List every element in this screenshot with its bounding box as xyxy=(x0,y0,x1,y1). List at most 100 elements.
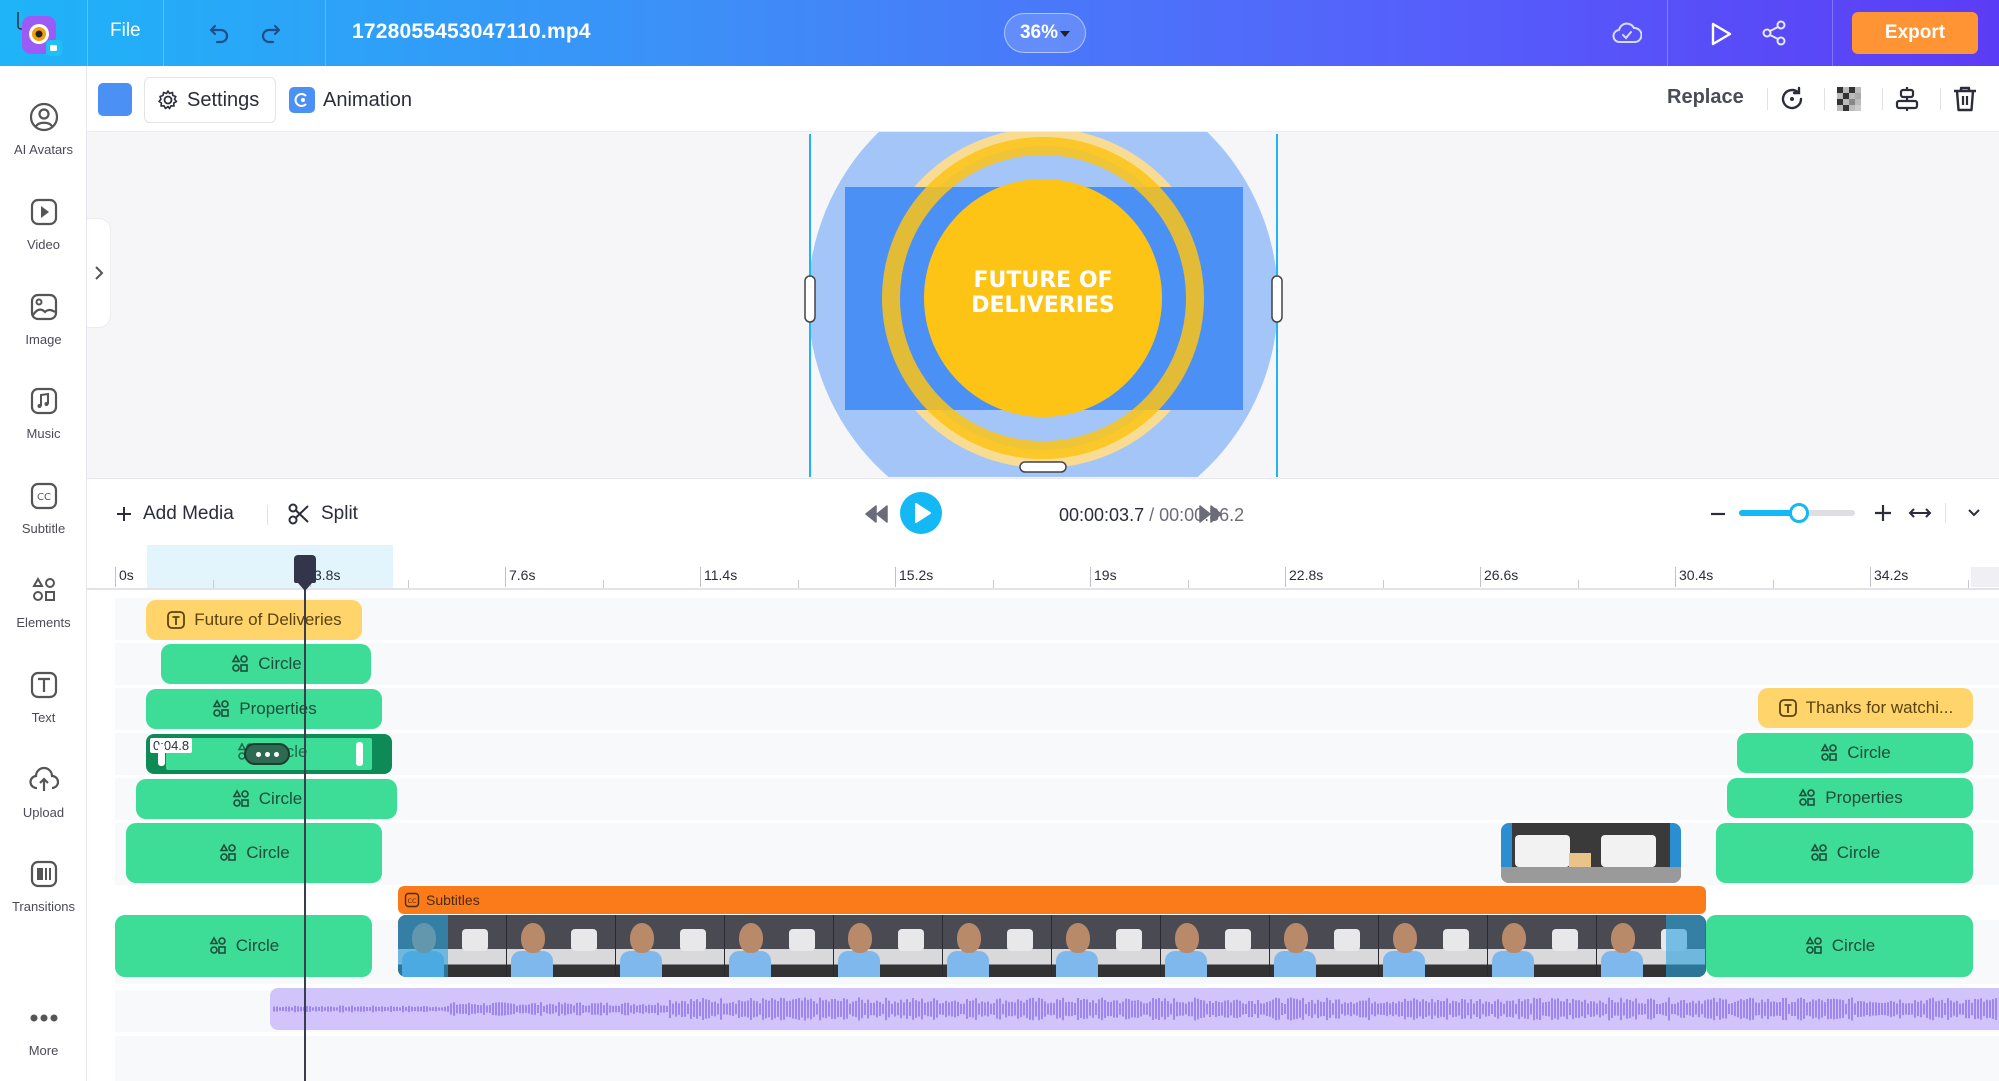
chevron-right-icon xyxy=(94,266,103,280)
video-frame-thumbnail xyxy=(616,915,725,977)
text-clip-title[interactable]: Future of Deliveries xyxy=(146,600,362,640)
ruler-minor-tick xyxy=(992,580,994,588)
sidebar-item-text[interactable]: Text xyxy=(0,668,87,748)
ruler-tick-label: 19s xyxy=(1090,567,1117,587)
sidebar-item-image[interactable]: Image xyxy=(0,290,87,370)
cloud-saved-icon[interactable] xyxy=(1612,20,1643,46)
element-clip-circle[interactable]: Circle xyxy=(1716,823,1973,883)
sidebar-item-upload[interactable]: Upload xyxy=(0,763,87,843)
element-clip-properties[interactable]: Properties xyxy=(1727,778,1973,818)
redo-icon[interactable] xyxy=(255,18,285,48)
video-frame-thumbnail xyxy=(725,915,834,977)
color-picker-swatch[interactable] xyxy=(98,83,132,116)
clip-options-button[interactable] xyxy=(244,743,290,765)
main-video-clip[interactable] xyxy=(398,915,1706,977)
rotate-icon[interactable] xyxy=(1777,84,1807,114)
resize-handle-left xyxy=(804,275,816,323)
expand-panel-button[interactable] xyxy=(87,218,111,328)
settings-button[interactable]: Settings xyxy=(144,77,276,123)
preview-play-icon[interactable] xyxy=(1708,20,1734,48)
play-button[interactable] xyxy=(900,492,942,534)
app-logo[interactable] xyxy=(14,10,64,58)
zoom-in-icon[interactable] xyxy=(1873,503,1893,523)
element-clip-properties[interactable]: Properties xyxy=(146,689,382,729)
elements-icon xyxy=(231,654,249,672)
elements-icon xyxy=(219,843,237,861)
text-clip-end[interactable]: Thanks for watchi... xyxy=(1758,688,1973,728)
video-frame[interactable]: FUTURE OF DELIVERIES xyxy=(87,132,1999,477)
animation-button[interactable]: Animation xyxy=(289,77,412,123)
video-icon xyxy=(30,198,57,226)
element-clip-circle[interactable]: Circle xyxy=(126,823,382,883)
sidebar-item-ai-avatars[interactable]: AI Avatars xyxy=(0,100,87,180)
element-clip-circle[interactable]: Circle xyxy=(1706,915,1973,977)
elements-icon xyxy=(232,789,249,807)
gear-icon xyxy=(158,90,178,110)
undo-icon[interactable] xyxy=(205,18,235,48)
replace-button[interactable]: Replace xyxy=(1667,86,1744,109)
align-icon[interactable] xyxy=(1892,84,1922,114)
playhead-handle[interactable] xyxy=(294,555,316,591)
element-clip-circle[interactable]: Circle xyxy=(136,779,397,819)
audio-track-clip[interactable] xyxy=(270,988,1999,1030)
timeline-ruler[interactable]: 0s 3.8s 7.6s 11.4s 15.2s 19s 22.8s 26.6s 30.4s 34… xyxy=(87,545,1999,590)
split-button[interactable]: Split xyxy=(287,502,358,526)
more-icon xyxy=(30,1014,57,1022)
subtitles-track-clip[interactable]: CC Subtitles xyxy=(398,886,1706,914)
ruler-minor-tick xyxy=(1772,580,1774,588)
share-icon[interactable] xyxy=(1760,19,1788,47)
timeline-tracks: Future of Deliveries Thanks for watchi..… xyxy=(87,590,1999,1081)
element-clip-circle-selected[interactable]: 0:04.8 Circle xyxy=(146,734,392,774)
sidebar-item-elements[interactable]: Elements xyxy=(0,573,87,653)
timeline-zoom-slider[interactable] xyxy=(1739,503,1855,523)
top-bar: File 1728055453047110.mp4 36% Export xyxy=(0,0,1999,66)
sidebar-item-transitions[interactable]: Transitions xyxy=(0,857,87,937)
zoom-dropdown[interactable]: 36% xyxy=(1004,13,1086,53)
slider-handle[interactable] xyxy=(1789,503,1810,523)
upload-icon xyxy=(28,766,59,791)
settings-label: Settings xyxy=(187,88,260,111)
fit-width-icon[interactable] xyxy=(1907,503,1933,523)
export-button[interactable]: Export xyxy=(1852,12,1978,54)
sidebar-item-video[interactable]: Video xyxy=(0,195,87,275)
sidebar-item-label: More xyxy=(28,1043,59,1058)
trim-handle-right[interactable] xyxy=(356,742,363,766)
add-media-button[interactable]: Add Media xyxy=(115,503,234,525)
sidebar-item-subtitle[interactable]: CC Subtitle xyxy=(0,479,87,559)
elements-icon xyxy=(1798,788,1816,806)
text-icon xyxy=(1778,699,1797,717)
zoom-level: 36% xyxy=(1019,22,1059,43)
music-icon xyxy=(30,387,57,415)
ruler-tick-label: 15.2s xyxy=(895,567,933,587)
zoom-out-icon[interactable] xyxy=(1709,505,1727,523)
trim-handle-left[interactable] xyxy=(158,744,165,766)
chevron-down-icon[interactable] xyxy=(1965,505,1983,521)
transparency-icon[interactable] xyxy=(1834,84,1864,114)
rewind-icon[interactable] xyxy=(863,503,889,525)
element-clip-circle[interactable]: Circle xyxy=(1737,733,1973,773)
sidebar-item-music[interactable]: Music xyxy=(0,384,87,464)
elements-icon xyxy=(1810,843,1827,861)
avatar-icon xyxy=(29,102,58,132)
play-icon xyxy=(915,503,931,523)
clip-label: Subtitles xyxy=(426,892,480,908)
sidebar-item-label: Transitions xyxy=(11,899,76,914)
video-frame-thumbnail xyxy=(1488,915,1597,977)
headline-line2: DELIVERIES xyxy=(971,293,1115,318)
sidebar: AI Avatars Video Image Music CC Subtitle… xyxy=(0,66,87,1081)
element-clip-circle[interactable]: Circle xyxy=(161,644,371,684)
sidebar-item-more[interactable]: More xyxy=(0,1001,87,1081)
ruler-tick-label: 0s xyxy=(115,567,134,587)
ruler-tick-label: 34.2s xyxy=(1870,567,1908,587)
file-menu[interactable]: File xyxy=(110,20,141,42)
project-filename[interactable]: 1728055453047110.mp4 xyxy=(352,20,591,44)
audio-waveform xyxy=(273,997,1997,1021)
delete-icon[interactable] xyxy=(1950,84,1980,114)
plus-icon xyxy=(117,507,131,521)
resize-handle-bottom xyxy=(1019,461,1067,473)
ruler-minor-tick xyxy=(407,580,409,588)
sidebar-item-label: Subtitle xyxy=(21,521,66,536)
video-clip-thumbnail[interactable] xyxy=(1501,823,1681,883)
element-clip-circle[interactable]: Circle xyxy=(115,915,372,977)
fast-forward-icon[interactable] xyxy=(1198,503,1224,525)
